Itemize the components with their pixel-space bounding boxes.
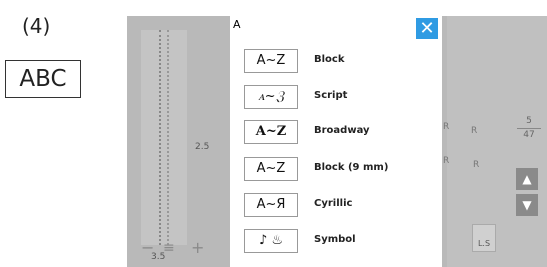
font-sample: A~Z — [244, 120, 298, 144]
font-sample: ꭺ~ℨ — [244, 85, 298, 109]
ls-button[interactable]: L.S — [472, 224, 496, 252]
scroll-down-button[interactable]: ▼ — [516, 194, 538, 216]
right-panel — [447, 16, 547, 267]
increase-button[interactable]: + — [191, 238, 204, 257]
font-sample: A~Z — [244, 49, 298, 73]
page-indicator: 5 47 — [517, 116, 541, 141]
stitch-length-value: 3.5 — [151, 252, 166, 262]
font-option-block[interactable]: A~Z Block — [230, 46, 442, 78]
font-label: Symbol — [314, 234, 356, 245]
reverse-mark: R — [443, 156, 450, 166]
font-sample: A~Z — [244, 157, 298, 181]
font-label: Broadway — [314, 125, 370, 136]
step-number: (4) — [22, 14, 51, 38]
dialog-titlebar: A ✕ — [230, 16, 442, 39]
page-current: 5 — [526, 116, 532, 126]
font-label: Block (9 mm) — [314, 162, 389, 173]
reverse-mark: R — [443, 122, 450, 132]
font-option-symbol[interactable]: ♪ ♨ Symbol — [230, 226, 442, 258]
stitch-preview-column — [141, 30, 187, 245]
stitch-width-value: 2.5 — [195, 142, 210, 152]
font-label: Script — [314, 90, 348, 101]
reverse-mark: R — [473, 160, 480, 170]
font-sample: ♪ ♨ — [244, 229, 298, 253]
font-label: Cyrillic — [314, 198, 353, 209]
font-option-cyrillic[interactable]: A~Я Cyrillic — [230, 190, 442, 222]
close-button[interactable]: ✕ — [416, 18, 438, 39]
font-option-broadway[interactable]: A~Z Broadway — [230, 117, 442, 149]
scroll-up-button[interactable]: ▲ — [516, 168, 538, 190]
font-label: Block — [314, 54, 345, 65]
page-total: 47 — [523, 130, 535, 140]
font-sample: A~Я — [244, 193, 298, 217]
text-preview-box: ABC — [5, 60, 81, 98]
font-option-block-9mm[interactable]: A~Z Block (9 mm) — [230, 154, 442, 186]
dialog-title: A — [233, 18, 241, 31]
reverse-mark: R — [471, 126, 478, 136]
font-option-script[interactable]: ꭺ~ℨ Script — [230, 82, 442, 114]
stitch-pattern — [167, 30, 179, 245]
font-select-dialog: A ✕ A~Z Block ꭺ~ℨ Script A~Z Broadway A~… — [230, 16, 442, 267]
